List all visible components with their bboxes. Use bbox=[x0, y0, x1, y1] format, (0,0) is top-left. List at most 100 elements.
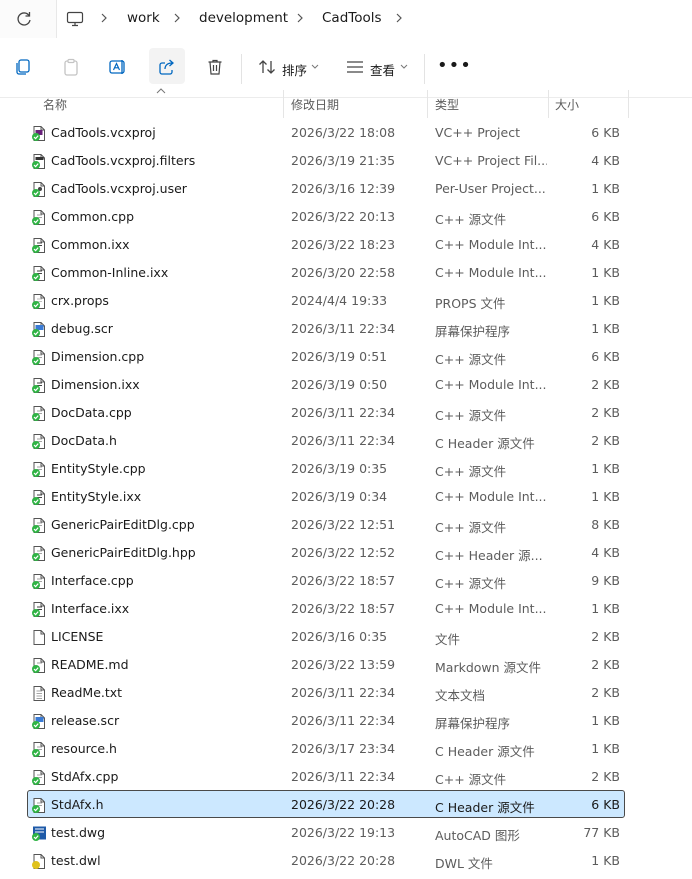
column-divider[interactable] bbox=[628, 90, 629, 118]
view-icon[interactable] bbox=[345, 57, 365, 77]
file-row[interactable]: LICENSE 2026/3/16 0:35 文件 2 KB bbox=[27, 622, 625, 650]
cpp-file-icon bbox=[32, 770, 45, 785]
breadcrumb-item-work[interactable]: work bbox=[127, 10, 160, 26]
file-row[interactable]: crx.props 2024/4/4 19:33 PROPS 文件 1 KB bbox=[27, 286, 625, 314]
chevron-right-icon[interactable] bbox=[170, 11, 184, 25]
file-row[interactable]: release.scr 2026/3/11 22:34 屏幕保护程序 1 KB bbox=[27, 706, 625, 734]
file-name: test.dwl bbox=[51, 853, 101, 868]
file-date: 2026/3/22 12:52 bbox=[291, 545, 396, 560]
chevron-right-icon[interactable] bbox=[97, 11, 111, 25]
file-name: EntityStyle.ixx bbox=[51, 489, 142, 504]
column-header-row: 名称 修改日期 类型 大小 bbox=[0, 90, 692, 118]
file-row[interactable]: DocData.cpp 2026/3/11 22:34 C++ 源文件 2 KB bbox=[27, 398, 625, 426]
file-type: 屏幕保护程序 bbox=[435, 716, 511, 731]
column-header-date[interactable]: 修改日期 bbox=[291, 96, 339, 113]
file-type: DWL 文件 bbox=[435, 856, 493, 871]
column-divider[interactable] bbox=[283, 90, 284, 118]
file-row[interactable]: CadTools.vcxproj 2026/3/22 18:08 VC++ Proj… bbox=[27, 118, 625, 146]
file-type: C++ Module Int... bbox=[435, 237, 547, 252]
file-size: 8 KB bbox=[591, 517, 620, 532]
cpp-file-icon bbox=[32, 518, 45, 533]
file-type: C++ 源文件 bbox=[435, 520, 507, 535]
file-date: 2026/3/22 12:51 bbox=[291, 517, 396, 532]
file-size: 4 KB bbox=[591, 153, 620, 168]
file-row[interactable]: README.md 2026/3/22 13:59 Markdown 源文件 2 KB bbox=[27, 650, 625, 678]
file-row[interactable]: debug.scr 2026/3/11 22:34 屏幕保护程序 1 KB bbox=[27, 314, 625, 342]
refresh-icon[interactable] bbox=[14, 9, 34, 29]
copy-icon[interactable] bbox=[13, 57, 33, 77]
breadcrumb-item-cadtools[interactable]: CadTools bbox=[322, 10, 382, 26]
file-type: AutoCAD 图形 bbox=[435, 828, 520, 843]
delete-icon[interactable] bbox=[205, 57, 225, 77]
file-name: GenericPairEditDlg.hpp bbox=[51, 545, 196, 560]
view-button[interactable]: 查看 bbox=[370, 60, 395, 79]
file-row[interactable]: GenericPairEditDlg.cpp 2026/3/22 12:51 C++… bbox=[27, 510, 625, 538]
file-row[interactable]: Common.cpp 2026/3/22 20:13 C++ 源文件 6 KB bbox=[27, 202, 625, 230]
column-header-name[interactable]: 名称 bbox=[43, 96, 67, 113]
paste-icon[interactable] bbox=[61, 57, 81, 77]
column-header-type[interactable]: 类型 bbox=[435, 96, 459, 113]
file-type: C Header 源文件 bbox=[435, 800, 535, 815]
file-row-selected[interactable]: StdAfx.h 2026/3/22 20:28 C Header 源文件 6 KB bbox=[27, 790, 625, 818]
file-size: 1 KB bbox=[591, 293, 620, 308]
rename-icon[interactable] bbox=[108, 57, 128, 77]
file-row[interactable]: Common-Inline.ixx 2026/3/20 22:58 C++ Modu… bbox=[27, 258, 625, 286]
file-type: C++ Module Int... bbox=[435, 601, 547, 616]
file-size: 1 KB bbox=[591, 741, 620, 756]
share-icon[interactable] bbox=[157, 57, 177, 77]
vcxproj-icon bbox=[32, 126, 45, 141]
ixx-file-icon bbox=[32, 602, 45, 617]
screensaver-icon bbox=[32, 322, 45, 337]
user-file-icon bbox=[32, 182, 45, 197]
file-type: VC++ Project Fil... bbox=[435, 153, 547, 168]
file-date: 2026/3/11 22:34 bbox=[291, 321, 396, 336]
chevron-right-icon[interactable] bbox=[293, 11, 307, 25]
file-row[interactable]: test.dwg 2026/3/22 19:13 AutoCAD 图形 77 KB bbox=[27, 818, 625, 846]
file-row[interactable]: resource.h 2026/3/17 23:34 C Header 源文件 1 K… bbox=[27, 734, 625, 762]
file-row[interactable]: CadTools.vcxproj.user 2026/3/16 12:39 Per-… bbox=[27, 174, 625, 202]
file-row[interactable]: Dimension.cpp 2026/3/19 0:51 C++ 源文件 6 KB bbox=[27, 342, 625, 370]
breadcrumb-item-development[interactable]: development bbox=[199, 10, 288, 26]
chevron-down-icon[interactable] bbox=[311, 64, 319, 70]
file-date: 2026/3/19 0:51 bbox=[291, 349, 388, 364]
dwl-file-icon bbox=[32, 854, 45, 869]
sort-icon[interactable] bbox=[257, 57, 277, 77]
header-file-icon bbox=[32, 546, 45, 561]
file-name: resource.h bbox=[51, 741, 117, 756]
file-type: C++ 源文件 bbox=[435, 408, 507, 423]
cpp-file-icon bbox=[32, 350, 45, 365]
file-row[interactable]: ReadMe.txt 2026/3/11 22:34 文本文档 2 KB bbox=[27, 678, 625, 706]
file-row[interactable]: test.dwl 2026/3/22 20:28 DWL 文件 1 KB bbox=[27, 846, 625, 874]
file-date: 2026/3/11 22:34 bbox=[291, 713, 396, 728]
file-name: Interface.ixx bbox=[51, 601, 130, 616]
file-name: GenericPairEditDlg.cpp bbox=[51, 517, 195, 532]
column-divider[interactable] bbox=[427, 90, 428, 118]
file-size: 1 KB bbox=[591, 601, 620, 616]
file-row[interactable]: GenericPairEditDlg.hpp 2026/3/22 12:52 C++… bbox=[27, 538, 625, 566]
file-row[interactable]: CadTools.vcxproj.filters 2026/3/19 21:35 V… bbox=[27, 146, 625, 174]
file-row[interactable]: DocData.h 2026/3/11 22:34 C Header 源文件 2 KB bbox=[27, 426, 625, 454]
column-divider[interactable] bbox=[548, 90, 549, 118]
more-options-button[interactable]: ••• bbox=[437, 55, 472, 76]
column-header-size[interactable]: 大小 bbox=[555, 96, 579, 113]
file-row[interactable]: Dimension.ixx 2026/3/19 0:50 C++ Module In… bbox=[27, 370, 625, 398]
file-row[interactable]: Common.ixx 2026/3/22 18:23 C++ Module Int.… bbox=[27, 230, 625, 258]
file-type: Markdown 源文件 bbox=[435, 660, 542, 675]
file-name: Dimension.ixx bbox=[51, 377, 140, 392]
chevron-right-icon[interactable] bbox=[392, 11, 406, 25]
file-date: 2026/3/16 0:35 bbox=[291, 629, 388, 644]
file-type: VC++ Project bbox=[435, 125, 520, 140]
file-row[interactable]: Interface.ixx 2026/3/22 18:57 C++ Module I… bbox=[27, 594, 625, 622]
file-row[interactable]: StdAfx.cpp 2026/3/11 22:34 C++ 源文件 2 KB bbox=[27, 762, 625, 790]
screensaver-icon bbox=[32, 714, 45, 729]
file-row[interactable]: EntityStyle.ixx 2026/3/19 0:34 C++ Module … bbox=[27, 482, 625, 510]
chevron-down-icon[interactable] bbox=[400, 64, 408, 70]
file-size: 1 KB bbox=[591, 265, 620, 280]
file-row[interactable]: EntityStyle.cpp 2026/3/19 0:35 C++ 源文件 1 KB bbox=[27, 454, 625, 482]
sort-button[interactable]: 排序 bbox=[282, 60, 307, 79]
file-size: 2 KB bbox=[591, 629, 620, 644]
file-size: 1 KB bbox=[591, 321, 620, 336]
file-date: 2026/3/17 23:34 bbox=[291, 741, 396, 756]
computer-icon[interactable] bbox=[66, 10, 84, 28]
file-row[interactable]: Interface.cpp 2026/3/22 18:57 C++ 源文件 9 KB bbox=[27, 566, 625, 594]
